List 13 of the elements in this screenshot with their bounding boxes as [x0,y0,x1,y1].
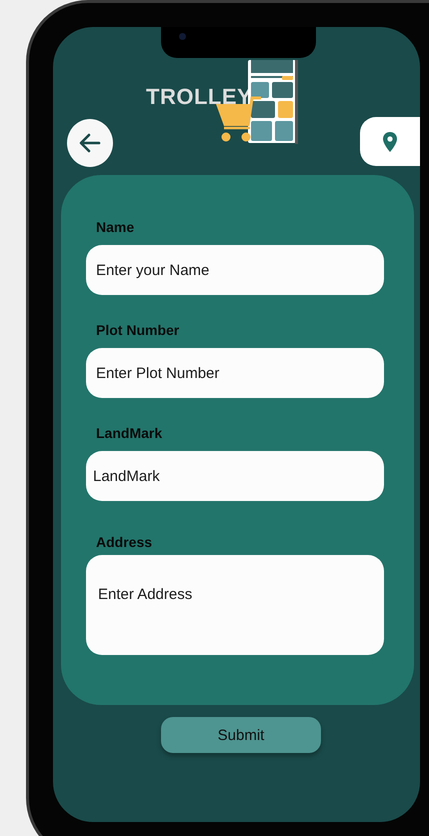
field-label: Plot Number [95,322,180,338]
submit-button[interactable]: Submit [161,717,321,753]
address-field[interactable]: Enter Address [86,555,384,655]
input-field[interactable]: Enter Plot Number [86,348,384,398]
logo-text: TROLLEY [146,84,252,110]
location-button[interactable] [360,117,420,166]
back-button[interactable] [67,119,113,167]
location-pin-icon [383,132,397,152]
field-label: LandMark [95,425,164,441]
field-label: Name [95,219,136,235]
input-field[interactable]: Enter your Name [86,245,384,295]
input-field[interactable]: LandMark [86,451,384,501]
field-label: Address [95,534,154,550]
